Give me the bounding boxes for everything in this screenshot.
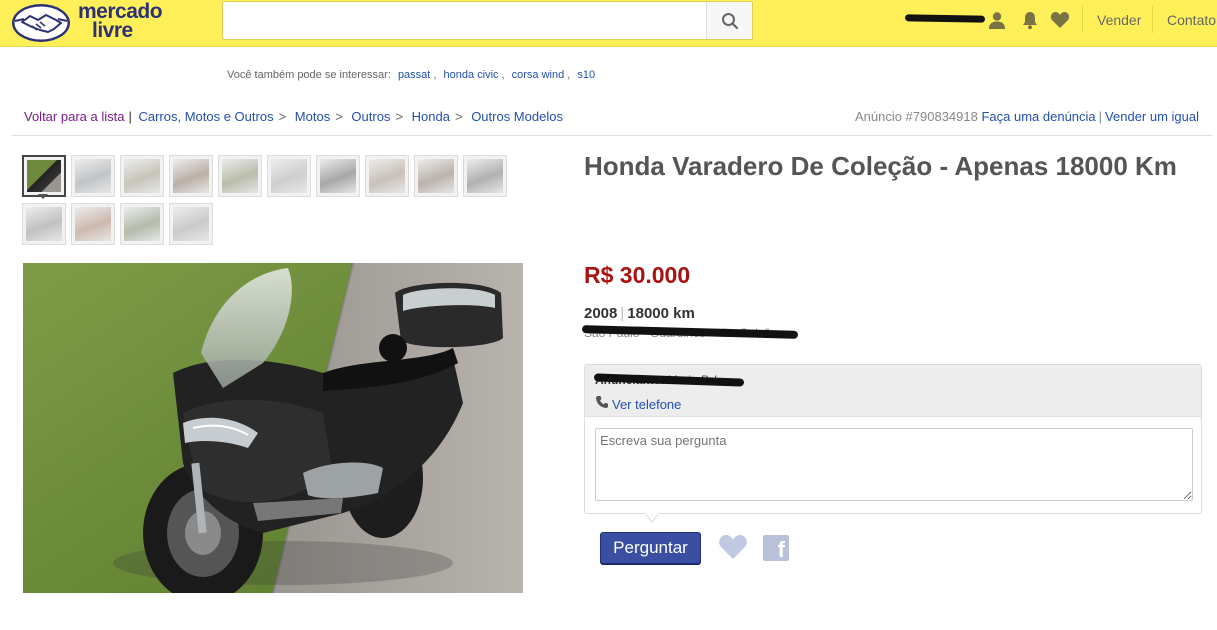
nav-contato-link[interactable]: Contato xyxy=(1167,12,1216,28)
search-button[interactable] xyxy=(706,2,752,39)
show-phone-label: Ver telefone xyxy=(612,397,682,412)
thumbnail-image xyxy=(124,159,160,193)
header-divider xyxy=(1082,6,1083,33)
thumbnail-selected-caret xyxy=(38,194,48,199)
search-icon xyxy=(721,12,738,29)
heart-icon xyxy=(1050,12,1070,28)
related-link[interactable]: corsa wind xyxy=(512,69,565,81)
thumbnail-image xyxy=(173,159,209,193)
user-icon xyxy=(989,12,1005,29)
thumbnail-image xyxy=(27,160,61,192)
listing-price: R$ 30.000 xyxy=(584,262,691,288)
show-phone-link[interactable]: Ver telefone xyxy=(595,395,681,412)
question-box: Anunciante: Maria P. L. Ver telefone xyxy=(584,364,1202,514)
thumbnail-13[interactable] xyxy=(120,203,164,245)
thumbnail-1[interactable] xyxy=(22,155,66,197)
motorcycle-photo-illustration xyxy=(23,263,523,593)
heart-icon xyxy=(719,535,747,559)
thumbnail-7[interactable] xyxy=(316,155,360,197)
listing-title: Honda Varadero De Coleção - Apenas 18000… xyxy=(584,151,1177,181)
logo-line2: livre xyxy=(92,19,133,42)
breadcrumb-item[interactable]: Outros xyxy=(351,109,390,124)
thumbnail-12[interactable] xyxy=(71,203,115,245)
thumbnail-10[interactable] xyxy=(463,155,507,197)
listing-km: 18000 km xyxy=(627,305,695,322)
thumbnail-8[interactable] xyxy=(365,155,409,197)
thumbnail-image xyxy=(75,159,111,193)
add-favorite-button[interactable] xyxy=(718,534,748,562)
listing-specs: 2008 | 18000 km xyxy=(584,305,695,322)
related-searches: Você também pode se interessar: passat, … xyxy=(227,69,596,81)
breadcrumb: Voltar para a lista | Carros, Motos e Out… xyxy=(24,109,563,124)
breadcrumb-item[interactable]: Motos xyxy=(295,109,330,124)
thumbnail-image xyxy=(75,207,111,241)
search-bar xyxy=(222,1,753,40)
phone-icon xyxy=(595,395,609,412)
username-redacted[interactable] xyxy=(904,14,986,23)
nav-vender-link[interactable]: Vender xyxy=(1097,12,1141,28)
site-header: mercado livre Vender Contato xyxy=(0,0,1217,47)
thumbnail-14[interactable] xyxy=(169,203,213,245)
thumbnail-11[interactable] xyxy=(22,203,66,245)
ad-meta: Anúncio #790834918 Faça uma denúncia | Ven… xyxy=(854,109,1199,124)
thumbnail-image xyxy=(124,207,160,241)
question-textarea[interactable] xyxy=(595,428,1193,501)
thumbnail-image xyxy=(320,159,356,193)
facebook-icon: f xyxy=(777,537,785,561)
related-link[interactable]: honda civic xyxy=(443,69,498,81)
logo-wordmark: mercado livre xyxy=(78,1,163,42)
related-label: Você também pode se interessar: xyxy=(227,69,391,81)
seller-info: Anunciante: Maria P. L. Ver telefone xyxy=(585,365,1201,417)
thumbnail-6[interactable] xyxy=(267,155,311,197)
section-divider xyxy=(12,135,1212,136)
thumbnail-2[interactable] xyxy=(71,155,115,197)
main-product-photo[interactable] xyxy=(23,263,523,593)
question-box-pointer xyxy=(645,513,659,523)
sell-same-link[interactable]: Vender um igual xyxy=(1105,109,1199,124)
favorites-button[interactable] xyxy=(1049,9,1071,31)
thumbnail-image xyxy=(467,159,503,193)
back-to-list-link[interactable]: Voltar para a lista xyxy=(24,109,124,124)
report-link[interactable]: Faça uma denúncia xyxy=(981,109,1095,124)
breadcrumb-item[interactable]: Carros, Motos e Outros xyxy=(138,109,273,124)
thumbnail-image xyxy=(26,207,62,241)
thumbnail-image xyxy=(369,159,405,193)
thumbnail-image xyxy=(173,207,209,241)
listing-year: 2008 xyxy=(584,305,618,322)
related-link[interactable]: s10 xyxy=(577,69,595,81)
mercadolivre-logo[interactable]: mercado livre xyxy=(10,1,175,44)
thumbnail-image xyxy=(418,159,454,193)
facebook-share-button[interactable]: f xyxy=(763,535,789,561)
thumbnail-5[interactable] xyxy=(218,155,262,197)
thumbnail-4[interactable] xyxy=(169,155,213,197)
thumbnail-9[interactable] xyxy=(414,155,458,197)
ad-id: Anúncio #790834918 xyxy=(854,109,978,124)
bell-icon xyxy=(1023,12,1037,30)
thumbnail-image xyxy=(271,159,307,193)
header-divider xyxy=(1152,6,1153,33)
thumbnail-3[interactable] xyxy=(120,155,164,197)
thumbnail-image xyxy=(222,159,258,193)
handshake-logo-icon xyxy=(12,4,70,42)
related-link[interactable]: passat xyxy=(398,69,430,81)
breadcrumb-item[interactable]: Honda xyxy=(412,109,450,124)
search-input[interactable] xyxy=(223,2,707,39)
user-menu[interactable] xyxy=(986,9,1008,31)
ask-question-button[interactable]: Perguntar xyxy=(600,532,701,564)
breadcrumb-item[interactable]: Outros Modelos xyxy=(471,109,563,124)
notifications-button[interactable] xyxy=(1019,9,1041,31)
